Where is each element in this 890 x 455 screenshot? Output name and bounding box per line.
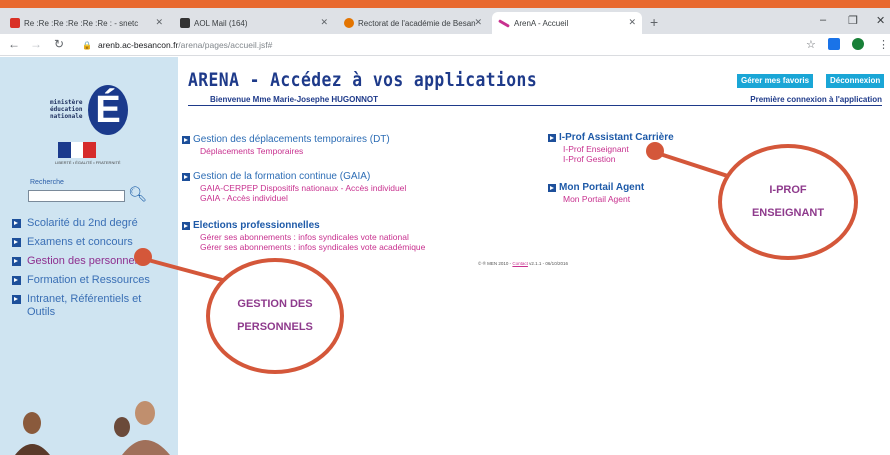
- menu-icon[interactable]: ⋮: [878, 38, 889, 51]
- section-gaia-title[interactable]: Gestion de la formation continue (GAIA): [182, 171, 370, 182]
- search-icon[interactable]: 🔍︎: [128, 185, 147, 203]
- tab-label: ArenA - Accueil: [514, 18, 569, 28]
- sidebar-item-label: Gestion des personnels: [27, 255, 143, 267]
- tab-label: Re :Re :Re :Re :Re :Re : - snetc: [24, 18, 139, 28]
- section-title: Gestion des déplacements temporaires (DT…: [193, 134, 390, 145]
- screenshot-frame: Re :Re :Re :Re :Re :Re : - snetc ✕ AOL M…: [0, 8, 890, 455]
- browser-tab-strip: Re :Re :Re :Re :Re :Re : - snetc ✕ AOL M…: [0, 8, 890, 34]
- url-host: arenb.ac-besancon.fr: [97, 40, 179, 50]
- arrow-icon: [12, 238, 21, 247]
- back-icon[interactable]: ←: [8, 37, 20, 51]
- tab-aol[interactable]: AOL Mail (164) ✕: [174, 12, 334, 34]
- lock-icon: 🔒: [82, 40, 92, 50]
- minimize-button[interactable]: –: [820, 14, 826, 26]
- page-title: ARENA - Accédez à vos applications: [188, 69, 538, 91]
- link-elections-national[interactable]: Gérer ses abonnements : infos syndicales…: [200, 232, 409, 242]
- close-icon[interactable]: ✕: [320, 17, 328, 28]
- aol-icon: [180, 18, 190, 28]
- arrow-icon: [182, 172, 190, 181]
- ministere-logo: ministère éducation nationale É: [50, 85, 130, 145]
- arrow-icon: [12, 219, 21, 228]
- people-illustration: [15, 401, 170, 455]
- link-elections-academique[interactable]: Gérer ses abonnements : infos syndicales…: [200, 242, 425, 252]
- link-gaia-cerpep[interactable]: GAIA-CERPEP Dispositifs nationaux - Accè…: [200, 183, 406, 193]
- close-icon[interactable]: ✕: [628, 17, 636, 28]
- profile-avatar-icon[interactable]: [852, 38, 864, 50]
- section-dt-title[interactable]: Gestion des déplacements temporaires (DT…: [182, 134, 390, 145]
- sidebar-item-label: Examens et concours: [27, 236, 133, 248]
- close-icon[interactable]: ✕: [474, 17, 482, 28]
- welcome-bar: Bienvenue Mme Marie-Josephe HUGONNOT Pre…: [188, 95, 882, 106]
- annotation-dot-gestion: [134, 248, 152, 266]
- rectorat-icon: [344, 18, 354, 28]
- url-path: /arena/pages/accueil.jsf#: [178, 40, 273, 50]
- sidebar-item-label: Scolarité du 2nd degré: [27, 217, 138, 229]
- reload-icon[interactable]: ↻: [54, 37, 64, 51]
- arrow-icon: [548, 133, 556, 142]
- section-title: Elections professionnelles: [193, 220, 320, 231]
- sidebar-item-scolarite[interactable]: Scolarité du 2nd degré: [12, 217, 172, 230]
- annotation-dot-iprof: [646, 142, 664, 160]
- callout-line: I-PROF: [769, 184, 807, 196]
- tab-label: AOL Mail (164): [194, 18, 248, 28]
- search-label: Recherche: [30, 179, 64, 186]
- footer-prefix: © ® MEN 2010 -: [478, 261, 513, 266]
- browser-toolbar: ← → ↻ 🔒 arenb.ac-besancon.fr/arena/pages…: [0, 34, 890, 56]
- arena-icon: [498, 18, 510, 28]
- close-window-button[interactable]: ✕: [876, 14, 885, 27]
- section-title: Gestion de la formation continue (GAIA): [193, 171, 371, 182]
- bookmark-star-icon[interactable]: ☆: [806, 38, 816, 51]
- tab-gmail[interactable]: Re :Re :Re :Re :Re :Re : - snetc ✕: [4, 12, 169, 34]
- tab-label: Rectorat de l'académie de Besan: [358, 18, 476, 28]
- callout-gestion-personnels: GESTION DES PERSONNELS: [206, 258, 344, 374]
- arrow-icon: [12, 257, 21, 266]
- sidebar-item-formation[interactable]: Formation et Ressources: [12, 274, 172, 287]
- link-gaia-individuel[interactable]: GAIA - Accès individuel: [200, 193, 288, 203]
- tab-rectorat[interactable]: Rectorat de l'académie de Besan ✕: [338, 12, 488, 34]
- arrow-icon: [548, 183, 556, 192]
- welcome-text: Bienvenue Mme Marie-Josephe HUGONNOT: [210, 95, 379, 104]
- arrow-icon: [182, 221, 190, 230]
- logout-button[interactable]: Déconnexion: [826, 74, 885, 88]
- link-iprof-gestion[interactable]: I-Prof Gestion: [563, 154, 615, 164]
- logo-text: ministère éducation nationale: [50, 99, 83, 120]
- contact-link[interactable]: Contact: [512, 261, 528, 266]
- footer-version: v2.1.1 - 06/10/2016: [527, 261, 568, 266]
- republique-flag: [58, 142, 97, 158]
- callout-line: PERSONNELS: [237, 321, 313, 333]
- callout-line: GESTION DES: [237, 298, 313, 310]
- tab-arena[interactable]: ArenA - Accueil ✕: [492, 12, 642, 34]
- first-connection-link[interactable]: Première connexion à l'application: [750, 95, 882, 104]
- extension-icon[interactable]: [828, 38, 840, 50]
- section-title: Mon Portail Agent: [559, 182, 645, 193]
- manage-favorites-button[interactable]: Gérer mes favoris: [737, 74, 814, 88]
- arrow-icon: [182, 135, 190, 144]
- link-iprof-enseignant[interactable]: I-Prof Enseignant: [563, 144, 629, 154]
- link-deplacements[interactable]: Déplacements Temporaires: [200, 146, 303, 156]
- logo-letter: É: [88, 85, 128, 135]
- arrow-icon: [12, 276, 21, 285]
- callout-line: ENSEIGNANT: [751, 207, 825, 219]
- address-bar[interactable]: 🔒 arenb.ac-besancon.fr/arena/pages/accue…: [82, 37, 807, 53]
- sidebar-item-label: Intranet, Référentiels et Outils: [27, 293, 142, 318]
- flag-caption: LIBERTÉ • ÉGALITÉ • FRATERNITÉ: [55, 160, 121, 165]
- link-portail-agent[interactable]: Mon Portail Agent: [563, 194, 630, 204]
- gmail-icon: [10, 18, 20, 28]
- section-elections-title[interactable]: Elections professionnelles: [182, 220, 320, 231]
- maximize-button[interactable]: ❐: [848, 14, 858, 27]
- new-tab-button[interactable]: +: [650, 14, 658, 30]
- search-input[interactable]: [28, 190, 125, 202]
- sidebar-item-intranet[interactable]: Intranet, Référentiels et Outils: [12, 293, 152, 319]
- sidebar-item-label: Formation et Ressources: [27, 274, 150, 286]
- forward-icon[interactable]: →: [30, 37, 42, 51]
- section-portail-title[interactable]: Mon Portail Agent: [548, 182, 644, 193]
- callout-iprof-enseignant: I-PROF ENSEIGNANT: [718, 144, 858, 260]
- arrow-icon: [12, 295, 21, 304]
- sidebar-item-examens[interactable]: Examens et concours: [12, 236, 172, 249]
- close-icon[interactable]: ✕: [155, 17, 163, 28]
- footer: © ® MEN 2010 - Contact v2.1.1 - 06/10/20…: [478, 261, 568, 266]
